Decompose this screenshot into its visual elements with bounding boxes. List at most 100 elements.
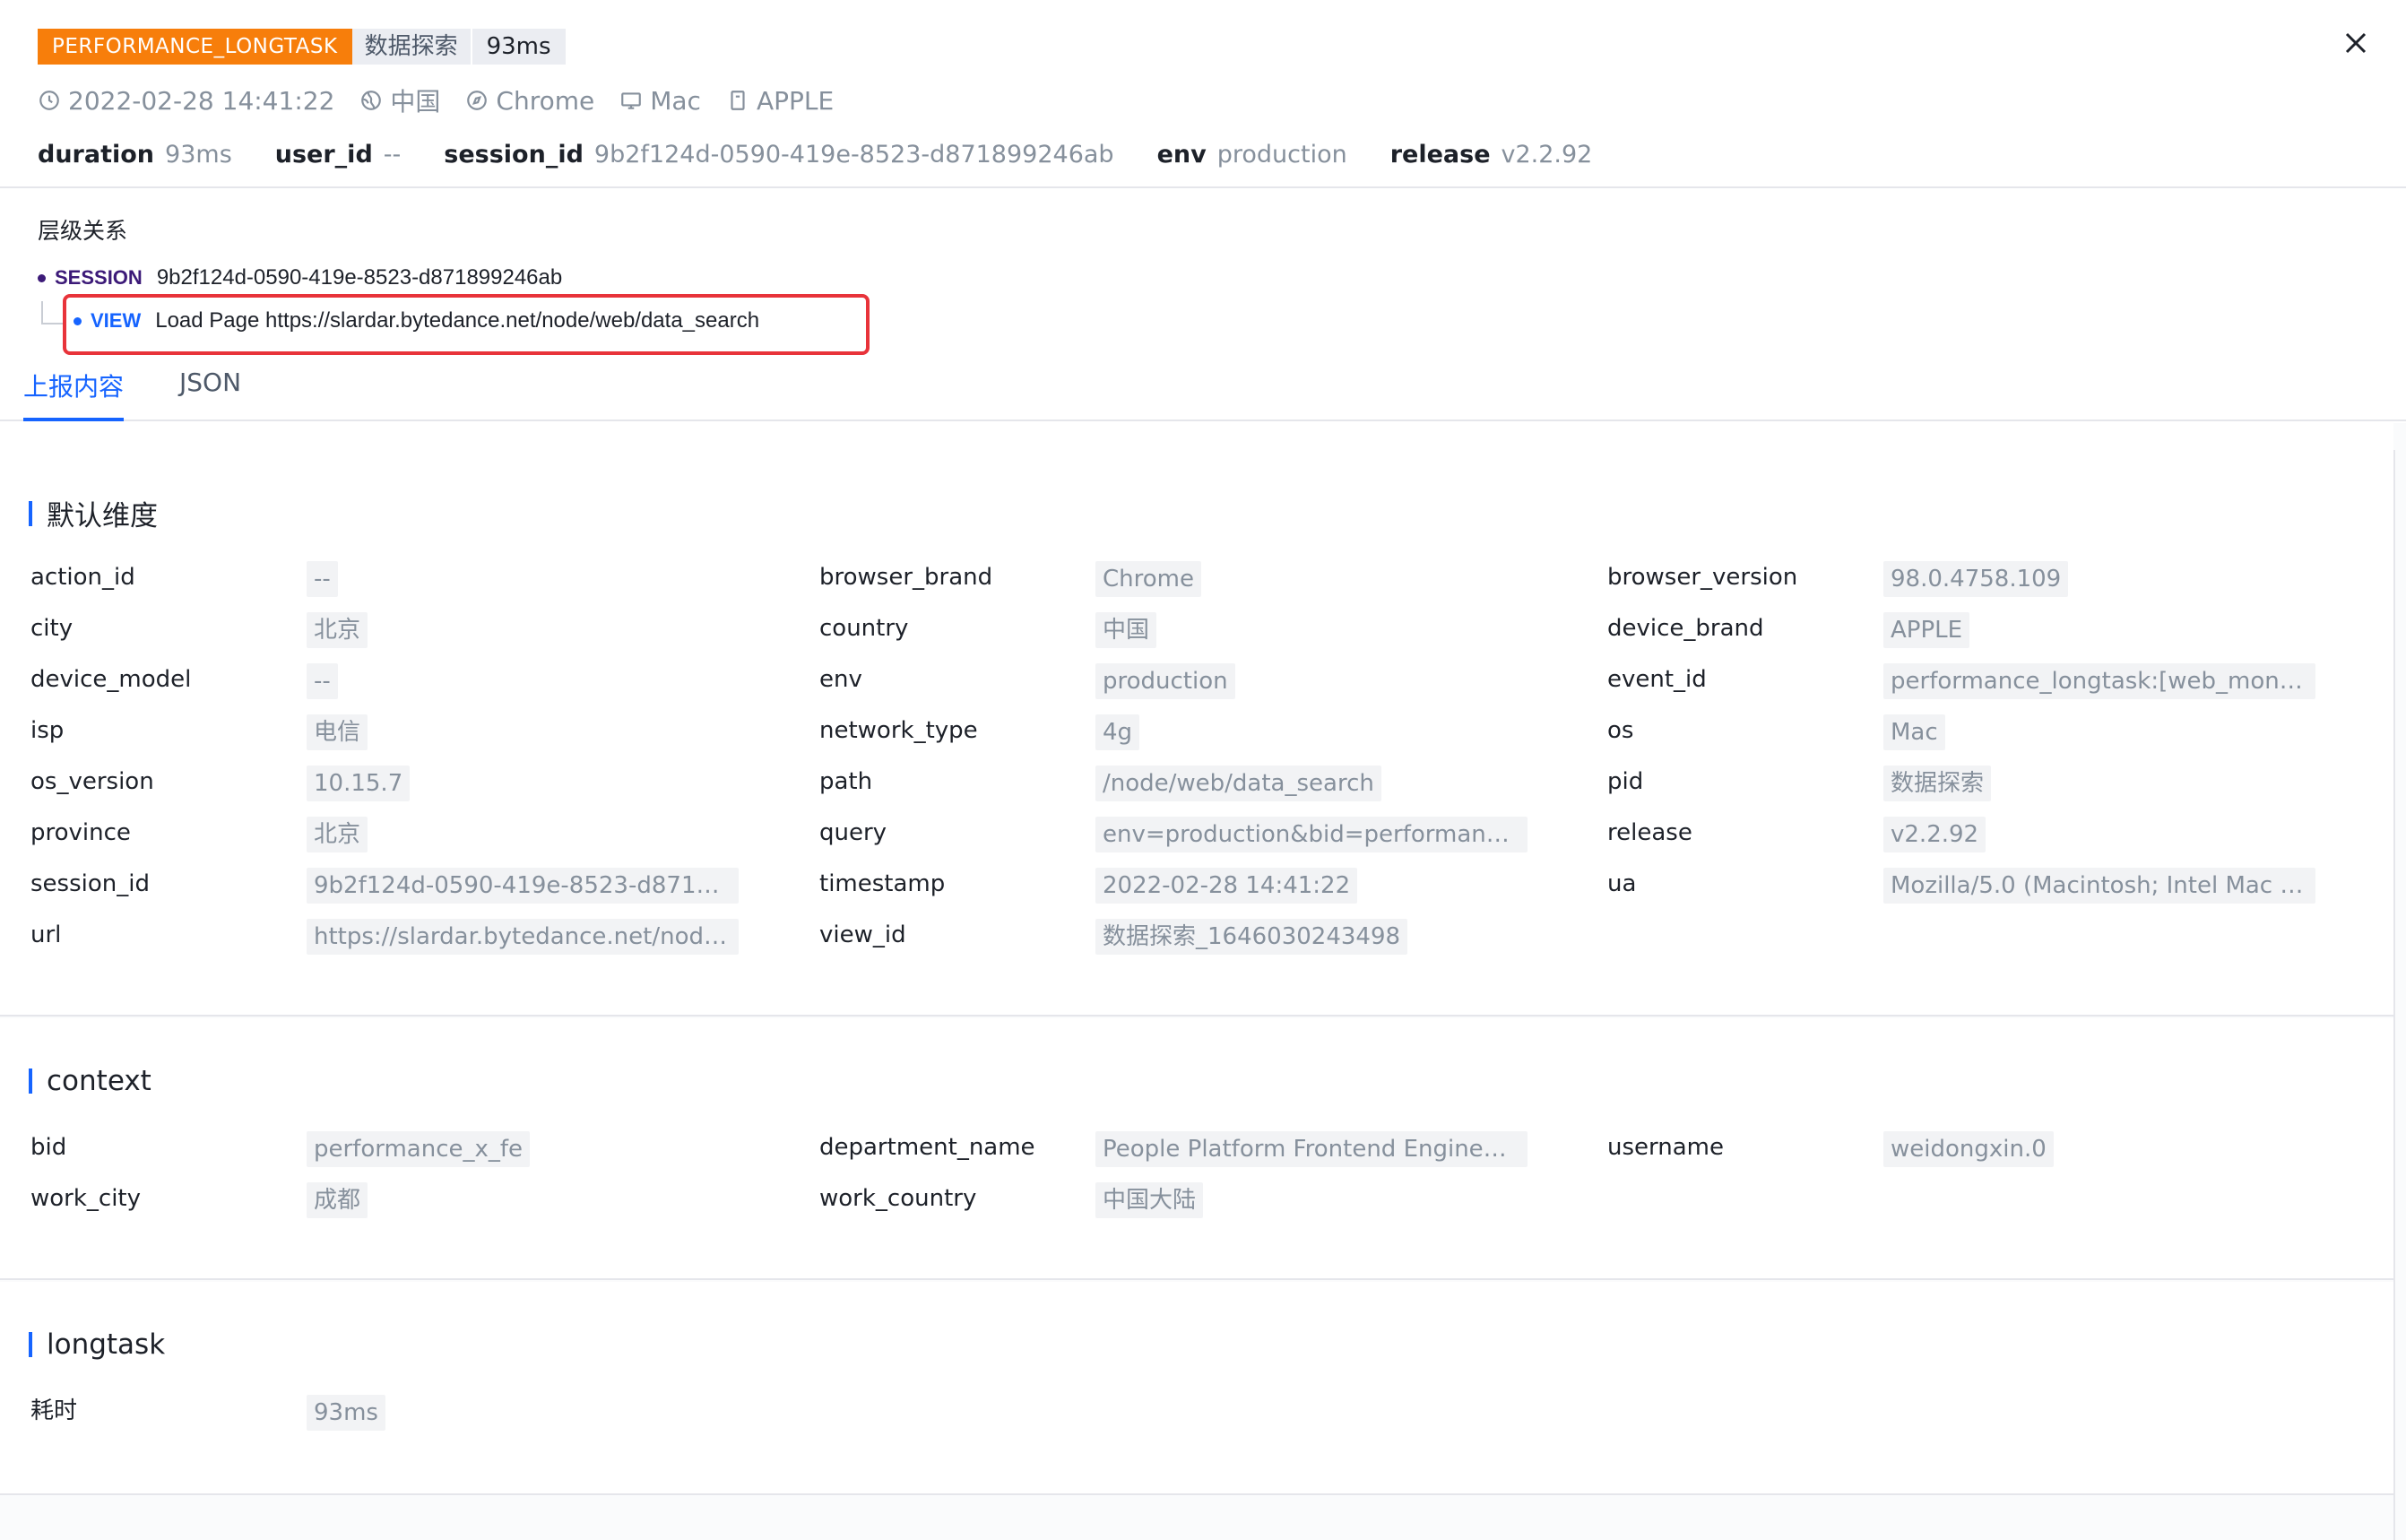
field-query: query env=production&bid=performance_... — [819, 813, 1536, 852]
field-value[interactable]: performance_longtask:[web_monito... — [1883, 663, 2315, 699]
session-label: SESSION — [55, 266, 143, 289]
field-value[interactable]: 中国 — [1095, 612, 1157, 648]
meta-row: 2022-02-28 14:41:22 中国 Chrome Mac APPLE — [38, 82, 859, 118]
meta-region-text: 中国 — [390, 87, 441, 117]
meta-time-text: 2022-02-28 14:41:22 — [68, 85, 335, 116]
kv-duration: duration 93ms — [38, 140, 232, 169]
field-city: city 北京 — [30, 609, 748, 648]
field-value[interactable]: env=production&bid=performance_... — [1095, 817, 1528, 852]
field-key: session_id — [30, 870, 150, 897]
field-value[interactable]: 电信 — [307, 714, 368, 750]
field-key: province — [30, 819, 131, 846]
field-env: env production — [819, 660, 1536, 699]
field-key: action_id — [30, 564, 135, 591]
field-key: 耗时 — [30, 1397, 78, 1424]
field-os: os Mac — [1607, 711, 2324, 750]
meta-browser: Chrome — [465, 86, 594, 116]
field-value[interactable]: performance_x_fe — [307, 1131, 531, 1167]
page-name-tag: 数据探索 — [351, 29, 471, 65]
field-value[interactable]: 9b2f124d-0590-419e-8523-d87189... — [307, 868, 739, 904]
section-accent-bar — [29, 1332, 32, 1357]
field-value[interactable]: 成都 — [307, 1182, 368, 1218]
field-value[interactable]: 93ms — [307, 1395, 385, 1431]
field-value[interactable]: /node/web/data_search — [1095, 766, 1381, 801]
field-value[interactable]: 中国大陆 — [1095, 1182, 1204, 1218]
field-value[interactable]: APPLE — [1883, 612, 1970, 648]
field-value[interactable]: -- — [307, 663, 338, 699]
field-session_id: session_id 9b2f124d-0590-419e-8523-d87189… — [30, 864, 748, 904]
field-value[interactable]: 2022-02-28 14:41:22 — [1095, 868, 1358, 904]
field-key: release — [1607, 819, 1692, 846]
field-value[interactable]: Mac — [1883, 714, 1945, 750]
event-type-tag: PERFORMANCE_LONGTASK — [38, 29, 352, 65]
tree-connector — [41, 301, 63, 324]
field-department_name: department_name People Platform Frontend … — [819, 1128, 1536, 1167]
kv-session-id: session_id 9b2f124d-0590-419e-8523-d87189… — [444, 140, 1114, 169]
field-key: network_type — [819, 717, 978, 744]
close-icon[interactable] — [2338, 25, 2374, 61]
meta-region: 中国 — [359, 82, 440, 118]
field-release: release v2.2.92 — [1607, 813, 2324, 852]
field-url: url https://slardar.bytedance.net/node... — [30, 915, 748, 955]
field-value[interactable]: 数据探索_1646030243498 — [1095, 919, 1408, 955]
field-value[interactable]: 北京 — [307, 612, 368, 648]
globe-icon — [361, 91, 382, 110]
field-value[interactable]: 10.15.7 — [307, 766, 411, 801]
section-title-text: 默认维度 — [47, 500, 158, 532]
meta-device-text: APPLE — [756, 85, 835, 116]
hierarchy-session[interactable]: SESSION 9b2f124d-0590-419e-8523-d8718992… — [38, 265, 562, 290]
tab-active-indicator — [23, 418, 124, 421]
content-panel: 默认维度 action_id -- browser_brand Chrome brows… — [0, 423, 2406, 1540]
field-key: browser_version — [1607, 564, 1798, 591]
meta-browser-text: Chrome — [496, 85, 595, 116]
field-key: timestamp — [819, 870, 946, 897]
field-work_country: work_country 中国大陆 — [819, 1179, 1536, 1218]
field-key: isp — [30, 717, 65, 744]
field-isp: isp 电信 — [30, 711, 748, 750]
device-icon — [731, 91, 745, 110]
field-key: pid — [1607, 768, 1644, 795]
field-value[interactable]: 4g — [1095, 714, 1140, 750]
section-title: 默认维度 — [29, 493, 158, 533]
field-value[interactable]: Mozilla/5.0 (Macintosh; Intel Mac O... — [1883, 868, 2315, 904]
meta-os-text: Mac — [650, 85, 701, 116]
field-value[interactable]: -- — [307, 561, 338, 597]
field-value[interactable]: production — [1095, 663, 1235, 699]
field-key: device_model — [30, 666, 192, 693]
field-key: os_version — [30, 768, 154, 795]
tab-json[interactable]: JSON — [179, 368, 241, 397]
tab-bar: 上报内容 JSON — [0, 359, 2406, 421]
section-accent-bar — [29, 1068, 32, 1094]
meta-os: Mac — [619, 86, 701, 116]
field-ua: ua Mozilla/5.0 (Macintosh; Intel Mac O... — [1607, 864, 2324, 904]
field-value[interactable]: 北京 — [307, 817, 368, 852]
hierarchy-title: 层级关系 — [38, 218, 128, 244]
field-pid: pid 数据探索 — [1607, 762, 2324, 801]
field-value[interactable]: v2.2.92 — [1883, 817, 1986, 852]
kv-user-id: user_id -- — [274, 140, 402, 169]
kv-env: env production — [1156, 140, 1347, 169]
section-title: context — [29, 1065, 151, 1097]
field-key: department_name — [819, 1134, 1035, 1161]
field-value[interactable]: https://slardar.bytedance.net/node... — [307, 919, 739, 955]
clock-icon — [39, 91, 59, 110]
section-accent-bar — [29, 500, 32, 526]
field-value[interactable]: 98.0.4758.109 — [1883, 561, 2069, 597]
field-view_id: view_id 数据探索_1646030243498 — [819, 915, 1536, 955]
field-action_id: action_id -- — [30, 558, 748, 597]
field-key: event_id — [1607, 666, 1707, 693]
field-value[interactable]: 数据探索 — [1883, 766, 1992, 801]
field-browser_version: browser_version 98.0.4758.109 — [1607, 558, 2324, 597]
field-value[interactable]: People Platform Frontend Engineeri... — [1095, 1131, 1528, 1167]
field-key: city — [30, 615, 74, 642]
field-value[interactable]: weidongxin.0 — [1883, 1131, 2054, 1167]
tab-report-content[interactable]: 上报内容 — [23, 368, 124, 403]
section-longtask: longtask 耗时 93ms — [0, 1282, 2393, 1495]
field-value[interactable]: Chrome — [1095, 561, 1201, 597]
field-country: country 中国 — [819, 609, 1536, 648]
session-id-text: 9b2f124d-0590-419e-8523-d871899246ab — [156, 265, 563, 290]
field-key: browser_brand — [819, 564, 993, 591]
vertical-scrollbar[interactable] — [2393, 450, 2406, 1540]
field-device_model: device_model -- — [30, 660, 748, 699]
field-key: url — [30, 921, 62, 948]
